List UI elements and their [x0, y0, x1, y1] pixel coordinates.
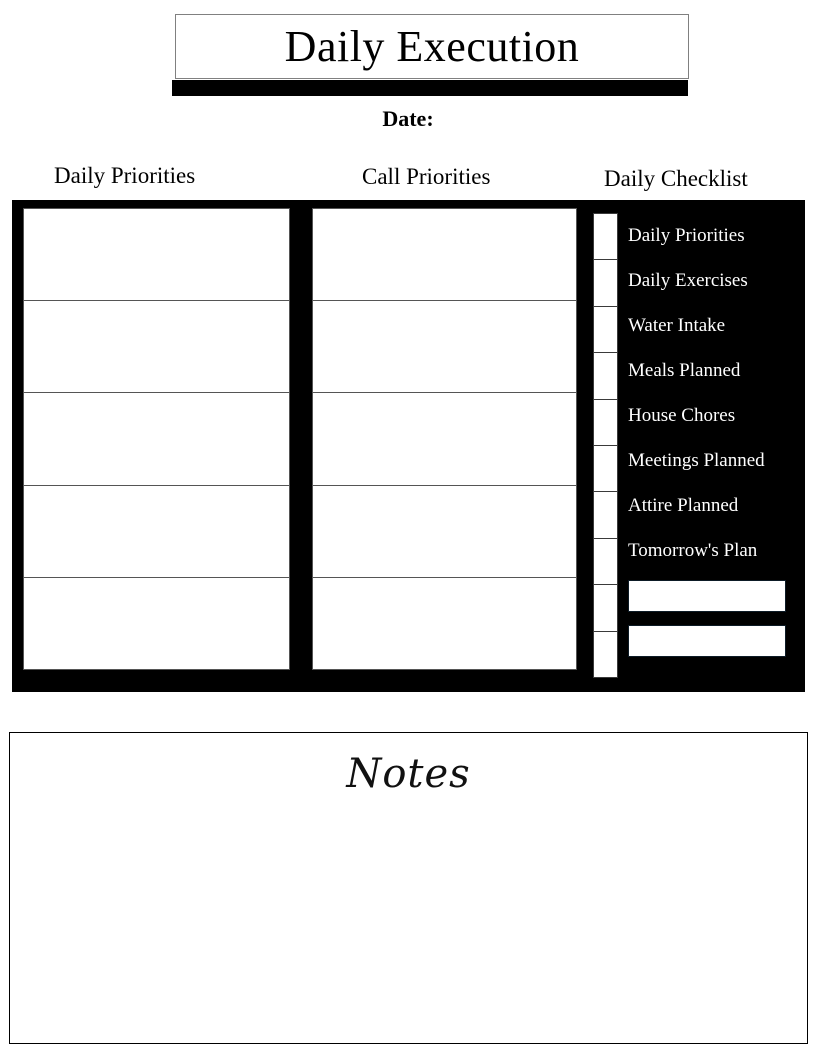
checklist-checkbox[interactable]: [593, 491, 618, 539]
title-box: Daily Execution: [175, 14, 689, 79]
call-priorities-list: [312, 208, 577, 670]
page-title: Daily Execution: [284, 21, 580, 71]
notes-box[interactable]: Notes: [9, 732, 808, 1044]
title-underline-bar: [172, 80, 688, 96]
checklist-items: Daily Priorities Daily Exercises Water I…: [628, 213, 798, 663]
call-priority-row[interactable]: [313, 486, 576, 578]
section-header-daily-checklist: Daily Checklist: [604, 166, 748, 191]
date-label: Date:: [382, 106, 434, 131]
checklist-checkbox[interactable]: [593, 537, 618, 586]
checklist-item-label: House Chores: [628, 404, 736, 426]
daily-priority-row[interactable]: [24, 393, 289, 486]
call-priority-row[interactable]: [313, 578, 576, 669]
section-header-call-priorities: Call Priorities: [362, 164, 491, 189]
checklist-blank-field[interactable]: [628, 579, 786, 612]
notes-title: Notes: [346, 751, 471, 797]
checklist-blank-row: [628, 618, 798, 663]
checklist-item-label: Water Intake: [628, 314, 726, 336]
checklist-checkbox[interactable]: [593, 259, 618, 307]
checklist-blank-row: [628, 573, 798, 618]
daily-priority-row[interactable]: [24, 301, 289, 394]
checklist-item-label: Tomorrow's Plan: [628, 539, 758, 561]
call-priority-row[interactable]: [313, 393, 576, 486]
checklist-blank-field[interactable]: [628, 624, 786, 657]
checklist-checkbox-column: [593, 213, 618, 679]
checklist-item-label: Meals Planned: [628, 359, 741, 381]
checklist-checkbox[interactable]: [593, 213, 618, 261]
checklist-checkbox[interactable]: [593, 584, 618, 632]
daily-priority-row[interactable]: [24, 578, 289, 669]
checklist-item-label: Meetings Planned: [628, 449, 765, 471]
checklist-item-label: Daily Priorities: [628, 224, 745, 246]
checklist-checkbox[interactable]: [593, 398, 618, 447]
checklist-checkbox[interactable]: [593, 445, 618, 493]
checklist-checkbox[interactable]: [593, 352, 618, 400]
daily-priorities-list: [23, 208, 290, 670]
checklist-item-label: Daily Exercises: [628, 269, 748, 291]
daily-priority-row[interactable]: [24, 209, 289, 302]
section-header-daily-priorities: Daily Priorities: [54, 163, 196, 188]
daily-priority-row[interactable]: [24, 486, 289, 578]
checklist-item-label: Attire Planned: [628, 494, 739, 516]
call-priority-row[interactable]: [313, 209, 576, 302]
checklist-checkbox[interactable]: [593, 305, 618, 354]
checklist-checkbox[interactable]: [593, 630, 618, 679]
call-priority-row[interactable]: [313, 301, 576, 394]
